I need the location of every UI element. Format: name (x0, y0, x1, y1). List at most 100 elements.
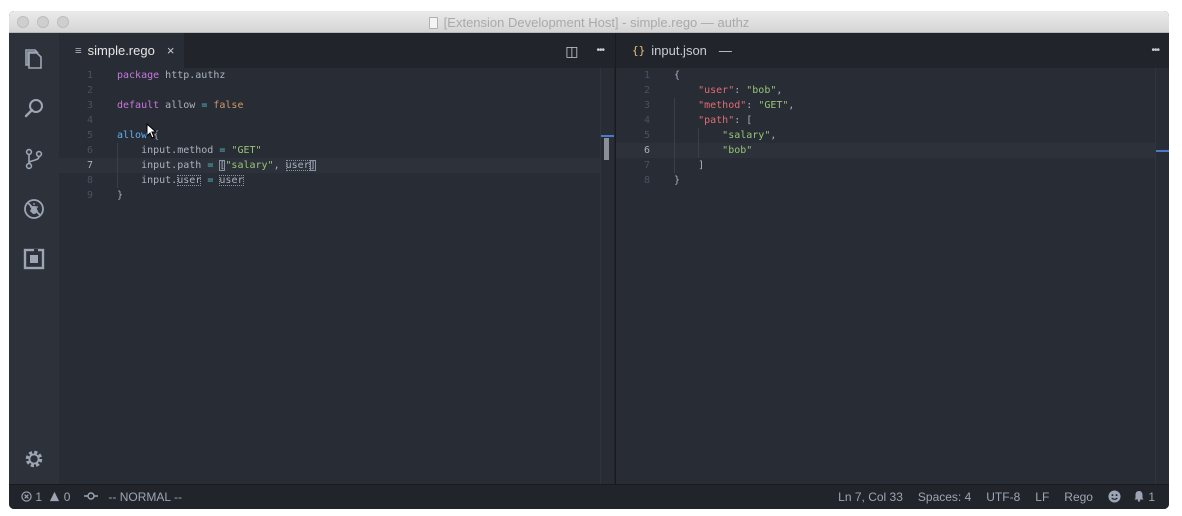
line-text: "method": "GET", (674, 98, 794, 113)
settings-gear-icon[interactable] (21, 446, 47, 472)
close-tab-icon[interactable]: — (719, 43, 732, 58)
code-token: user (285, 160, 310, 171)
code-line[interactable]: 8} (616, 173, 1155, 188)
line-number: 9 (86, 190, 93, 201)
git-commit-icon[interactable] (84, 490, 99, 504)
problems-indicator[interactable]: 1 0 (21, 490, 70, 504)
line-text: package http.authz (117, 68, 225, 83)
warning-icon (50, 491, 60, 502)
code-line[interactable]: 2 "user": "bob", (616, 83, 1155, 98)
code-line[interactable]: 1{ (616, 68, 1155, 83)
code-line[interactable]: 4 "path": [ (616, 113, 1155, 128)
line-text: default allow = false (117, 98, 243, 113)
extensions-icon[interactable] (21, 246, 47, 272)
code-token: input. (117, 175, 178, 186)
more-actions-icon[interactable]: ••• (596, 45, 604, 56)
vscode-window: [Extension Development Host] - simple.re… (9, 11, 1169, 509)
code-line[interactable]: 1 package http.authz (59, 68, 600, 83)
code-token: http.authz (159, 70, 226, 81)
code-line[interactable]: 6 "bob" (616, 143, 1155, 158)
right-tab-bar: {} input.json — ••• (616, 33, 1169, 68)
line-number: 4 (643, 115, 650, 126)
code-token: default (117, 100, 160, 111)
tab-simple-rego[interactable]: ≡ simple.rego × (59, 33, 185, 68)
line-number: 5 (643, 130, 650, 141)
window-title-area: [Extension Development Host] - simple.re… (9, 15, 1169, 30)
right-code-area[interactable]: 8} 7 ] 6 "bob" 5 "salary", 4 "path": [3 "met… (616, 68, 1169, 484)
split-editor-icon[interactable]: ◫ (565, 44, 578, 58)
language-mode[interactable]: Rego (1064, 490, 1093, 504)
title-bar: [Extension Development Host] - simple.re… (9, 11, 1169, 33)
right-editor-group: {} input.json — ••• 8} 7 ] 6 "bob" 5 "salar… (615, 33, 1169, 484)
explorer-icon[interactable] (21, 46, 47, 72)
code-token: , (770, 130, 777, 141)
debug-icon[interactable] (21, 196, 47, 222)
code-token: "GET" (231, 145, 262, 156)
close-tab-icon[interactable]: × (167, 43, 175, 58)
line-text: } (117, 188, 123, 203)
line-text: input.method = "GET" (117, 143, 262, 158)
feedback-smiley-icon[interactable] (1108, 490, 1121, 504)
code-token: "method" (698, 100, 747, 111)
code-token: : (734, 85, 747, 96)
scroll-cursor-marker (1156, 150, 1169, 152)
code-token: : (746, 100, 759, 111)
code-line[interactable]: 3 "method": "GET", (616, 98, 1155, 113)
window-title: [Extension Development Host] - simple.re… (443, 15, 750, 30)
code-token: "salary" (722, 130, 771, 141)
code-token: { (674, 70, 681, 81)
code-line[interactable]: 4 (59, 113, 600, 128)
code-line[interactable]: 7 input.path = ["salary", user] (59, 158, 600, 173)
line-number: 8 (86, 175, 93, 186)
line-text: "path": [ (674, 113, 752, 128)
scroll-cursor-marker (601, 135, 614, 137)
code-token: "bob" (746, 85, 777, 96)
notification-count: 1 (1148, 490, 1155, 504)
code-token: "bob" (722, 145, 753, 156)
code-line[interactable]: 6 input.method = "GET" (59, 143, 600, 158)
left-editor-actions: ◫ ••• (565, 33, 605, 68)
notifications[interactable]: 1 (1133, 490, 1155, 504)
scroll-thumb[interactable] (604, 138, 609, 160)
line-number: 3 (86, 100, 93, 111)
indentation[interactable]: Spaces: 4 (918, 490, 971, 504)
code-line[interactable]: 2 (59, 83, 600, 98)
code-line[interactable]: 9} (59, 188, 600, 203)
left-code-area[interactable]: 9} 8 input.user = user 7 input.path = ["sa… (59, 68, 614, 484)
error-count: 1 (35, 490, 43, 504)
line-text: } (674, 173, 680, 188)
tab-label: simple.rego (87, 43, 155, 58)
line-number: 2 (86, 85, 93, 96)
line-text: input.user = user (117, 173, 244, 188)
code-line[interactable]: 8 input.user = user (59, 173, 600, 188)
line-number: 5 (86, 130, 93, 141)
code-token: "GET" (758, 100, 789, 111)
encoding[interactable]: UTF-8 (986, 490, 1020, 504)
search-icon[interactable] (21, 96, 47, 122)
code-token: allow (159, 100, 202, 111)
mouse-cursor-icon (146, 123, 157, 139)
indent-guide (674, 98, 675, 173)
line-number: 2 (643, 85, 650, 96)
left-scrollbar[interactable] (600, 68, 614, 484)
cursor-position[interactable]: Ln 7, Col 33 (838, 490, 903, 504)
source-control-icon[interactable] (21, 146, 47, 172)
left-editor-group: ≡ simple.rego × ◫ ••• 9} 8 input.user = u… (59, 33, 614, 484)
end-of-line[interactable]: LF (1035, 490, 1049, 504)
line-number: 4 (86, 115, 93, 126)
code-line[interactable]: 5 "salary", (616, 128, 1155, 143)
code-token: user (177, 175, 202, 186)
code-line[interactable]: 5 allow { (59, 128, 600, 143)
code-token: } (674, 175, 681, 186)
tab-input-json[interactable]: {} input.json — (616, 33, 742, 68)
code-token: input.path (117, 160, 208, 171)
code-line[interactable]: 7 ] (616, 158, 1155, 173)
right-scrollbar[interactable] (1155, 68, 1169, 484)
more-actions-icon[interactable]: ••• (1151, 45, 1159, 56)
code-token: input.method (117, 145, 220, 156)
code-token: "salary" (225, 160, 274, 171)
code-line[interactable]: 3 default allow = false (59, 98, 600, 113)
line-text: ] (674, 158, 704, 173)
